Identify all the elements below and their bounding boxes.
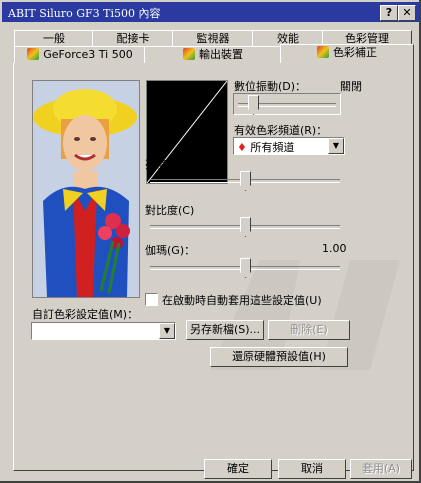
tab-label: 監視器 [196, 32, 230, 45]
restore-defaults-button[interactable]: 還原硬體預設值(H) [210, 347, 348, 367]
chevron-down-icon[interactable]: ▼ [328, 138, 344, 154]
apply-on-startup-checkbox[interactable] [145, 293, 158, 306]
slider-thumb[interactable] [240, 171, 251, 191]
rgb-icon: ♦ [237, 141, 247, 154]
digital-vibrance-label: 數位振動(D)： [234, 80, 307, 93]
apply-button[interactable]: 套用(A) [350, 459, 412, 479]
color-channel-text: 所有頻道 [250, 141, 295, 154]
tab-output-device[interactable]: 輸出裝置 [144, 46, 282, 63]
slider-thumb[interactable] [240, 217, 251, 237]
brightness-slider[interactable] [150, 171, 340, 191]
ok-button[interactable]: 確定 [204, 459, 272, 479]
slider-thumb[interactable] [248, 95, 259, 115]
nvidia-icon [183, 48, 195, 60]
digital-vibrance-slider[interactable] [238, 95, 336, 115]
tab-label: 輸出裝置 [199, 48, 243, 61]
preview-image [33, 81, 139, 297]
help-button[interactable]: ? [380, 5, 398, 21]
contrast-label: 對比度(C) [145, 204, 195, 217]
tab-label: GeForce3 Ti 500 [43, 48, 133, 61]
gamma-label: 伽瑪(G)： [145, 244, 196, 257]
tab-label: 一般 [43, 32, 65, 45]
nvidia-icon [27, 48, 40, 60]
window-title: ABIT Siluro GF3 Ti500 內容 [8, 7, 161, 20]
tab-label: 色彩補正 [333, 46, 377, 59]
color-channel-select[interactable]: ♦ 所有頻道 ▼ [233, 137, 345, 155]
delete-button[interactable]: 刪除(E) [268, 320, 350, 340]
tab-general[interactable]: 一般 [14, 30, 94, 47]
preview-photo [32, 80, 140, 298]
save-as-button[interactable]: 另存新檔(S)... [186, 320, 264, 340]
tab-adapter[interactable]: 配接卡 [92, 30, 174, 47]
custom-settings-label: 自訂色彩設定值(M)： [32, 308, 139, 321]
color-channel-label: 有效色彩頻道(R)： [234, 124, 328, 137]
slider-thumb[interactable] [240, 258, 251, 278]
custom-settings-select[interactable]: ▼ [31, 322, 176, 340]
tab-label: 配接卡 [116, 32, 150, 45]
tab-geforce[interactable]: GeForce3 Ti 500 [14, 46, 146, 63]
color-channel-value: ♦ 所有頻道 [237, 139, 294, 155]
cancel-button[interactable]: 取消 [278, 459, 346, 479]
title-bar: ABIT Siluro GF3 Ti500 內容 ? ✕ [2, 2, 419, 22]
tab-monitor[interactable]: 監視器 [172, 30, 254, 47]
tab-color-correction[interactable]: 色彩補正 [280, 44, 414, 64]
apply-on-startup-label: 在啟動時自動套用這些設定值(U) [162, 294, 322, 307]
brightness-label: 亮度(B) [145, 158, 184, 171]
digital-vibrance-value: 關閉 [340, 80, 362, 93]
gamma-slider[interactable] [150, 258, 340, 278]
chevron-down-icon[interactable]: ▼ [159, 323, 175, 339]
contrast-slider[interactable] [150, 217, 340, 237]
close-button[interactable]: ✕ [398, 5, 416, 21]
gamma-value: 1.00 [322, 242, 347, 255]
properties-window: ABIT Siluro GF3 Ti500 內容 ? ✕ 一般 配接卡 監視器 … [0, 0, 421, 483]
nvidia-icon [317, 46, 329, 58]
